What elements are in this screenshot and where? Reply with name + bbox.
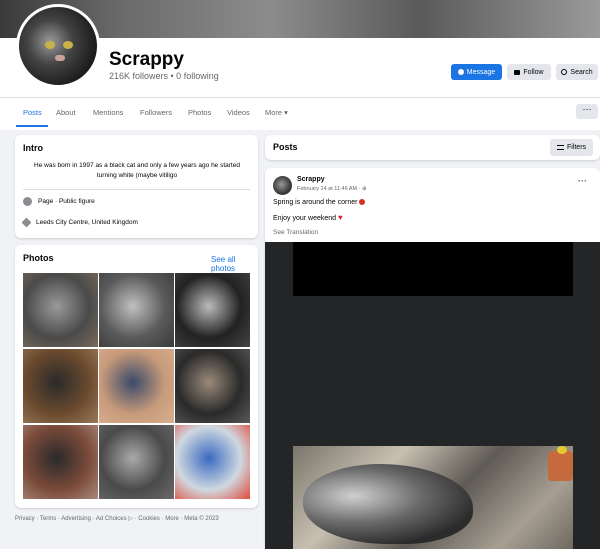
location-icon [21, 217, 32, 228]
post-card: Scrappy February 24 at 11:46 AM · ⊕ ··· … [265, 168, 600, 549]
post-options-button[interactable]: ··· [578, 176, 587, 186]
footer-links[interactable]: Privacy · Terms · Advertising · Ad Choic… [15, 515, 219, 522]
profile-tabs: Posts About Mentions Followers Photos Vi… [0, 97, 600, 128]
photo-thumbnail[interactable] [99, 425, 174, 499]
page-title: Scrappy [109, 49, 184, 70]
tab-videos[interactable]: Videos [227, 108, 250, 117]
photo-thumbnail[interactable] [23, 425, 98, 499]
category-row: Page · Public figure [23, 197, 95, 206]
follow-button[interactable]: Follow [507, 64, 551, 80]
filters-button[interactable]: Filters [550, 139, 593, 156]
photo-thumbnail[interactable] [23, 273, 98, 347]
category-text: Page · Public figure [38, 198, 95, 205]
search-label: Search [570, 68, 593, 76]
post-timestamp[interactable]: February 24 at 11:46 AM · ⊕ [297, 186, 367, 192]
photo-thumbnail[interactable] [99, 273, 174, 347]
flower [557, 446, 567, 454]
post-text-2: Enjoy your weekend [273, 215, 337, 222]
post-media[interactable] [265, 242, 600, 549]
tab-posts[interactable]: Posts [23, 108, 42, 117]
photo-thumbnail[interactable] [175, 349, 250, 423]
tab-followers[interactable]: Followers [140, 108, 172, 117]
tab-photos[interactable]: Photos [188, 108, 211, 117]
intro-title: Intro [23, 143, 43, 153]
see-translation-link[interactable]: See Translation [273, 229, 318, 236]
heart-emoji-icon: ♥ [338, 213, 343, 222]
rose-emoji-icon [359, 199, 366, 206]
avatar-eye [63, 41, 73, 49]
follow-label: Follow [523, 68, 544, 76]
message-button[interactable]: Message [451, 64, 502, 80]
photo-thumbnail[interactable] [175, 273, 250, 347]
filters-label: Filters [566, 144, 587, 151]
intro-card: Intro He was born in 1997 as a black cat… [15, 135, 258, 238]
search-button[interactable]: Search [556, 64, 598, 80]
filters-icon [556, 145, 564, 150]
cat-shape [303, 464, 473, 544]
avatar-eye [45, 41, 55, 49]
more-options-button[interactable]: ··· [576, 104, 598, 119]
posts-header-card: Posts Filters [265, 135, 600, 160]
tab-about[interactable]: About [56, 108, 76, 117]
follow-icon [514, 69, 521, 75]
photos-card: Photos See all photos [15, 245, 258, 508]
divider [23, 189, 250, 190]
post-author-avatar[interactable] [273, 176, 292, 195]
photos-title: Photos [23, 253, 54, 263]
photo-thumbnail[interactable] [99, 349, 174, 423]
post-text-line: Enjoy your weekend ♥ [273, 213, 343, 222]
post-text-line: Spring is around the corner [273, 199, 366, 206]
post-text-1: Spring is around the corner [273, 199, 358, 206]
photo-thumbnail[interactable] [175, 425, 250, 499]
flower-pot [548, 451, 573, 481]
tab-mentions[interactable]: Mentions [93, 108, 123, 117]
post-author-name[interactable]: Scrappy [297, 176, 325, 183]
messenger-icon [457, 69, 464, 75]
see-all-photos-link[interactable]: See all photos [211, 255, 258, 273]
posts-title: Posts [273, 142, 298, 152]
profile-avatar[interactable] [16, 4, 100, 88]
message-label: Message [466, 68, 496, 76]
tab-more[interactable]: More ▾ [265, 108, 288, 117]
avatar-nose [55, 55, 65, 61]
info-icon [23, 197, 32, 206]
active-tab-indicator [16, 125, 48, 127]
photo-thumbnail[interactable] [23, 349, 98, 423]
location-text: Leeds City Centre, United Kingdom [36, 219, 138, 226]
location-row[interactable]: Leeds City Centre, United Kingdom [21, 217, 138, 228]
media-image-cat [293, 446, 573, 549]
media-image-top [293, 242, 573, 296]
intro-bio: He was born in 1997 as a black cat and o… [34, 162, 240, 179]
search-icon [561, 69, 568, 75]
followers-count[interactable]: 216K followers • 0 following [109, 71, 219, 81]
